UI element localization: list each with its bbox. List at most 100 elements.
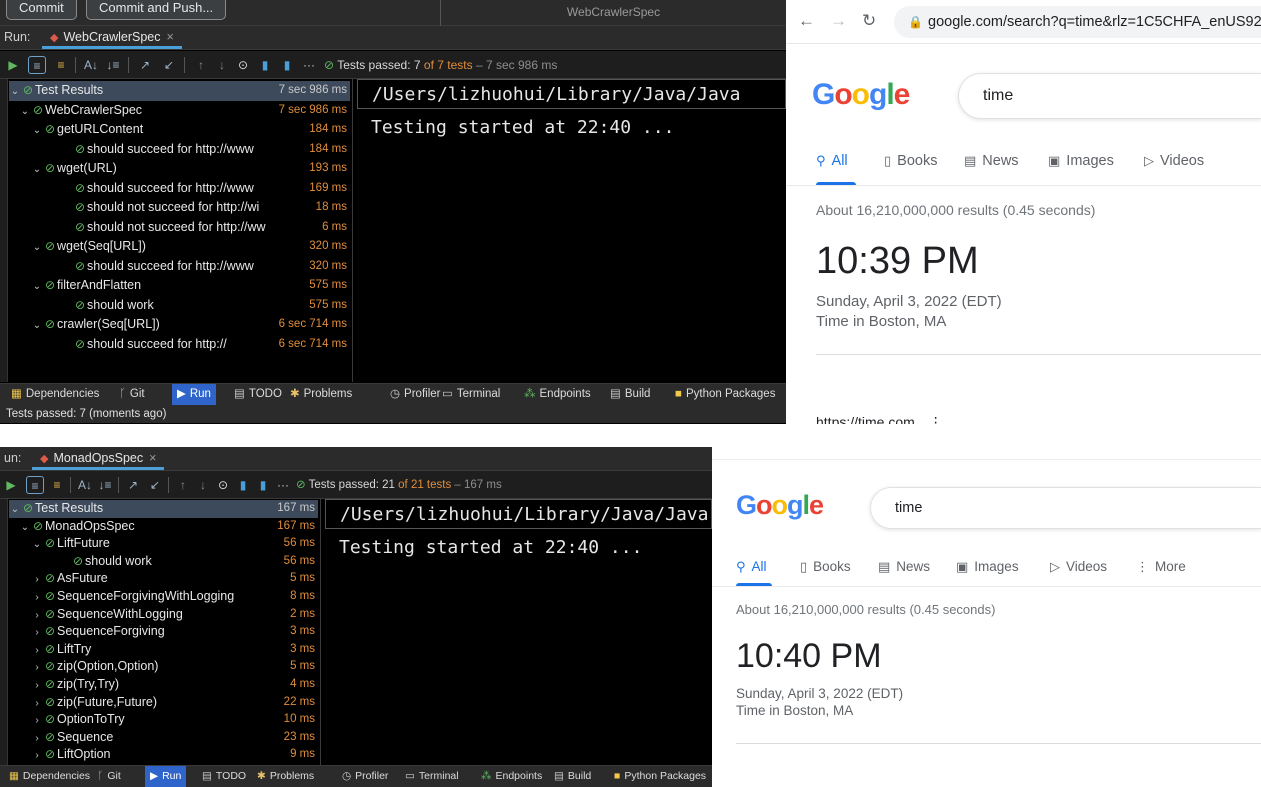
- sort-duration-icon[interactable]: ↓≡: [104, 56, 122, 74]
- chevron-down-icon[interactable]: ⌄: [19, 519, 31, 537]
- tree-row[interactable]: › ⊘ zip(Future,Future) 22 ms: [9, 693, 318, 713]
- tree-row[interactable]: ⌄ ⊘ Test Results 167 ms: [9, 500, 318, 518]
- tree-row[interactable]: › ⊘ SequenceForgiving 3 ms: [9, 623, 318, 641]
- chevron-right-icon[interactable]: ›: [31, 659, 43, 677]
- result-link[interactable]: https://time.com ⋮: [816, 414, 943, 424]
- chevron-right-icon[interactable]: ›: [31, 712, 43, 730]
- import-tests-icon[interactable]: ▮: [234, 476, 252, 494]
- chevron-down-icon[interactable]: ⌄: [19, 102, 31, 122]
- tree-row[interactable]: ⊘ should succeed for http://www 169 ms: [9, 178, 350, 198]
- chevron-down-icon[interactable]: ⌄: [31, 316, 43, 336]
- search-tab-books[interactable]: ▯ Books: [800, 559, 851, 575]
- chevron-down-icon[interactable]: ⌄: [31, 536, 43, 554]
- tree-row[interactable]: › ⊘ LiftOption 9 ms: [9, 746, 318, 764]
- show-ignored-icon[interactable]: ≡: [52, 56, 70, 74]
- chevron-down-icon[interactable]: ⌄: [31, 238, 43, 258]
- tree-row[interactable]: ⌄ ⊘ WebCrawlerSpec 7 sec 986 ms: [9, 100, 350, 122]
- tree-row[interactable]: ⌄ ⊘ Test Results 7 sec 986 ms: [9, 81, 350, 101]
- collapse-all-icon[interactable]: ↙: [146, 476, 164, 494]
- chevron-right-icon[interactable]: ›: [31, 624, 43, 642]
- tree-row[interactable]: ⌄ ⊘ filterAndFlatten 575 ms: [9, 276, 350, 296]
- collapse-all-icon[interactable]: ↙: [160, 56, 178, 74]
- search-tab-images[interactable]: ▣ Images: [1048, 153, 1114, 169]
- search-tab-images[interactable]: ▣ Images: [956, 559, 1019, 575]
- tool-window-run[interactable]: ▶ Run: [172, 384, 216, 405]
- previous-test-icon[interactable]: ↑: [192, 56, 210, 74]
- search-tab-videos[interactable]: ▷ Videos: [1050, 559, 1107, 575]
- rerun-icon[interactable]: ▶: [4, 56, 22, 74]
- chevron-right-icon[interactable]: ›: [31, 589, 43, 607]
- tree-row[interactable]: ⊘ should succeed for http://www 184 ms: [9, 139, 350, 159]
- back-arrow-icon[interactable]: ←: [798, 11, 815, 31]
- search-tab-books[interactable]: ▯ Books: [884, 153, 937, 169]
- next-test-icon[interactable]: ↓: [213, 56, 231, 74]
- more-icon[interactable]: ···: [300, 56, 318, 74]
- tool-window-dependencies[interactable]: ▦ Dependencies: [6, 384, 104, 405]
- search-tab-news[interactable]: ▤ News: [878, 559, 930, 575]
- tree-row[interactable]: › ⊘ AsFuture 5 ms: [9, 570, 318, 588]
- tool-window-terminal[interactable]: ▭ Terminal: [437, 384, 505, 405]
- rerun-icon[interactable]: ▶: [2, 476, 20, 494]
- chevron-right-icon[interactable]: ›: [31, 747, 43, 765]
- google-logo[interactable]: Google: [736, 490, 824, 521]
- expand-all-icon[interactable]: ↗: [124, 476, 142, 494]
- tree-row[interactable]: › ⊘ zip(Option,Option) 5 ms: [9, 658, 318, 676]
- tool-window-python-packages[interactable]: ■ Python Packages: [670, 384, 780, 405]
- search-input[interactable]: time: [958, 73, 1261, 119]
- tool-window-problems[interactable]: ✱ Problems: [285, 384, 357, 405]
- tool-window-build[interactable]: ▤ Build: [605, 384, 655, 405]
- chevron-right-icon[interactable]: ›: [31, 677, 43, 695]
- export-tests-icon[interactable]: ▮: [254, 476, 272, 494]
- tree-row[interactable]: › ⊘ LiftTry 3 ms: [9, 640, 318, 660]
- search-tab-news[interactable]: ▤ News: [964, 153, 1019, 169]
- export-tests-icon[interactable]: ▮: [278, 56, 296, 74]
- tree-row[interactable]: ⊘ should work 56 ms: [9, 552, 318, 571]
- tree-row[interactable]: ⌄ ⊘ LiftFuture 56 ms: [9, 535, 318, 553]
- chevron-down-icon[interactable]: ⌄: [31, 160, 43, 180]
- expand-all-icon[interactable]: ↗: [136, 56, 154, 74]
- chevron-right-icon[interactable]: ›: [31, 730, 43, 748]
- chevron-right-icon[interactable]: ›: [31, 571, 43, 589]
- show-ignored-icon[interactable]: ≡: [48, 476, 66, 494]
- tree-row[interactable]: ⌄ ⊘ getURLContent 184 ms: [9, 120, 350, 140]
- more-icon[interactable]: ···: [274, 476, 292, 494]
- tool-window-profiler[interactable]: ◷ Profiler: [337, 766, 393, 787]
- tree-row[interactable]: › ⊘ Sequence 23 ms: [9, 728, 318, 748]
- tool-window-terminal[interactable]: ▭ Terminal: [400, 766, 464, 787]
- chevron-right-icon[interactable]: ›: [31, 695, 43, 713]
- chevron-down-icon[interactable]: ⌄: [9, 501, 21, 519]
- tree-row[interactable]: ⊘ should succeed for http:// 6 sec 714 ms: [9, 334, 350, 354]
- history-icon[interactable]: ⊙: [214, 476, 232, 494]
- google-logo[interactable]: Google: [812, 78, 910, 112]
- tree-row[interactable]: ⊘ should not succeed for http://ww 6 ms: [9, 217, 350, 237]
- tool-window-endpoints[interactable]: ⁂ Endpoints: [476, 766, 547, 787]
- next-test-icon[interactable]: ↓: [194, 476, 212, 494]
- tree-row[interactable]: › ⊘ SequenceForgivingWithLogging 8 ms: [9, 588, 318, 606]
- commit-button[interactable]: Commit: [6, 0, 77, 20]
- tool-window-problems[interactable]: ✱ Problems: [252, 766, 319, 787]
- tool-window-git[interactable]: ᚴ Git: [114, 384, 150, 405]
- tree-row[interactable]: › ⊘ zip(Try,Try) 4 ms: [9, 676, 318, 694]
- chevron-down-icon[interactable]: ⌄: [9, 82, 21, 102]
- editor-tab-title[interactable]: WebCrawlerSpec: [440, 0, 786, 26]
- tool-window-todo[interactable]: ▤ TODO: [229, 384, 287, 405]
- tool-window-dependencies[interactable]: ▦ Dependencies: [4, 766, 95, 787]
- address-bar[interactable]: 🔒 google.com/search?q=time&rlz=1C5CHFA_e…: [894, 6, 1261, 38]
- history-icon[interactable]: ⊙: [234, 56, 252, 74]
- tool-window-run[interactable]: ▶ Run: [145, 766, 187, 787]
- tree-row[interactable]: ⌄ ⊘ MonadOpsSpec 167 ms: [9, 517, 318, 537]
- chevron-right-icon[interactable]: ›: [31, 642, 43, 660]
- show-passed-icon[interactable]: ≡: [28, 56, 46, 74]
- close-icon[interactable]: ×: [167, 30, 174, 44]
- more-vert-icon[interactable]: ⋮: [929, 414, 943, 424]
- show-passed-icon[interactable]: ≡: [26, 476, 44, 494]
- chevron-down-icon[interactable]: ⌄: [31, 277, 43, 297]
- forward-arrow-icon[interactable]: →: [830, 11, 847, 31]
- tree-row[interactable]: ⊘ should not succeed for http://wi 18 ms: [9, 198, 350, 218]
- tree-row[interactable]: ⊘ should succeed for http://www 320 ms: [9, 256, 350, 276]
- tool-window-todo[interactable]: ▤ TODO: [197, 766, 251, 787]
- search-tab-more[interactable]: ⋮ More: [1136, 559, 1186, 575]
- sort-duration-icon[interactable]: ↓≡: [96, 476, 114, 494]
- run-tab-monadopsspec[interactable]: ◆ MonadOpsSpec ×: [32, 447, 165, 470]
- search-tab-videos[interactable]: ▷ Videos: [1144, 153, 1204, 169]
